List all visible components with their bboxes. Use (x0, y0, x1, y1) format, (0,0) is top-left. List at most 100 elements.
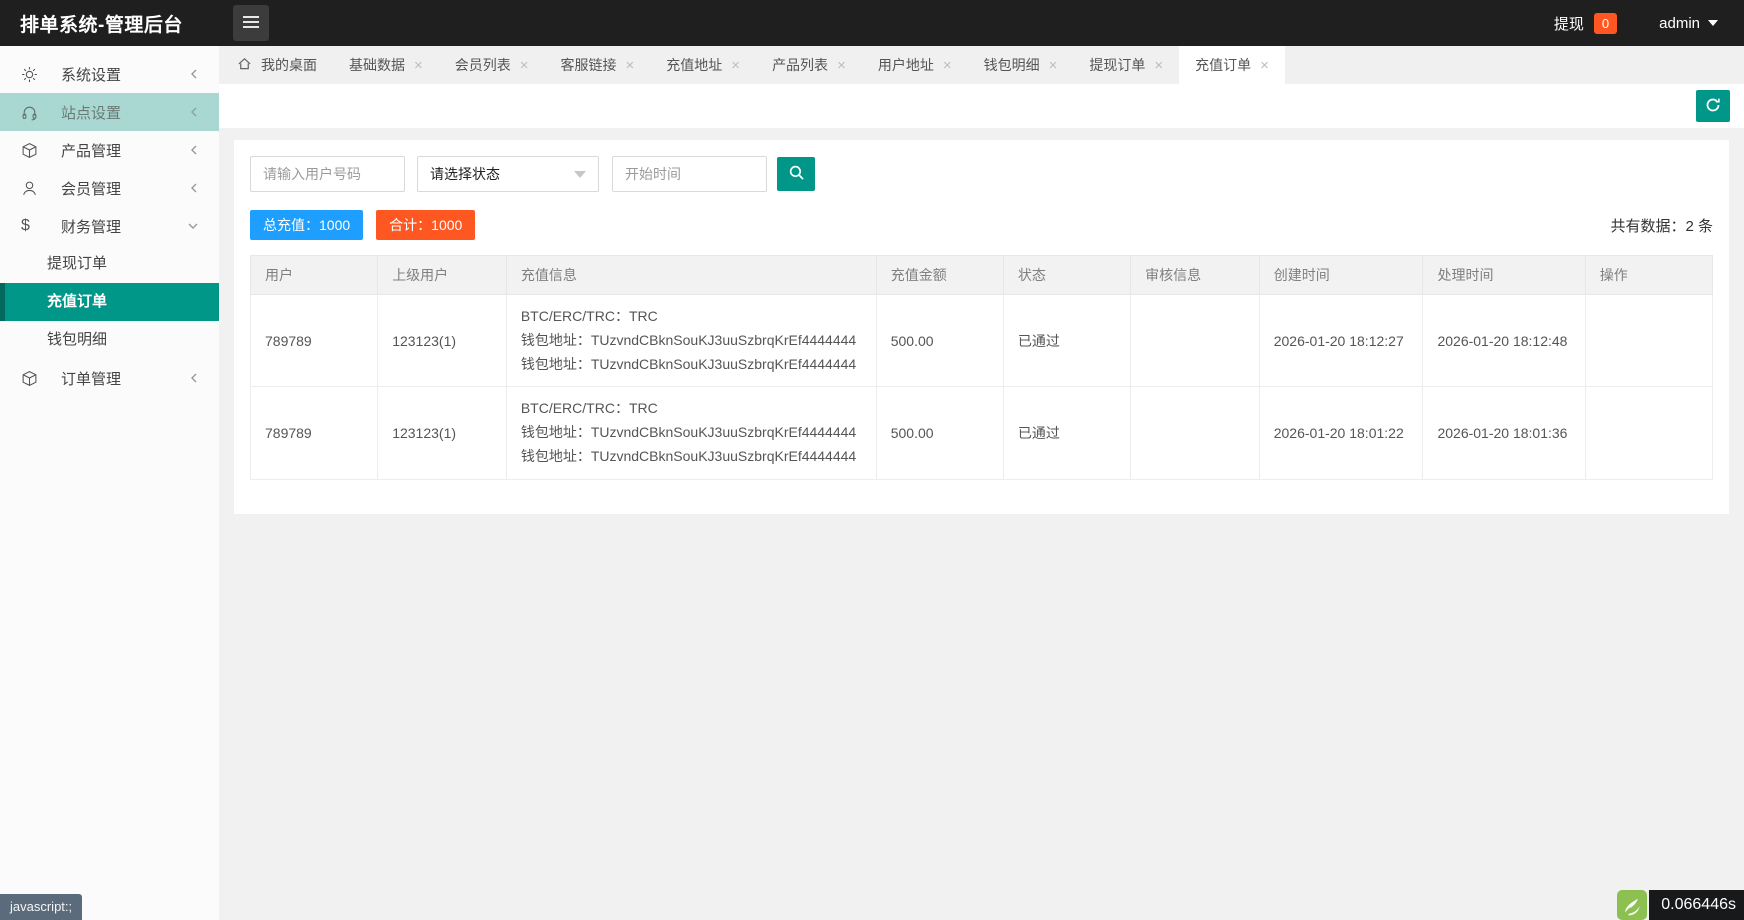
refresh-icon (1704, 96, 1722, 117)
chevron-down-icon (574, 171, 586, 178)
cell-status: 已通过 (1003, 295, 1130, 387)
tab-withdraw-orders[interactable]: 提现订单 × (1073, 46, 1179, 84)
sidebar-item-finance-management[interactable]: $ 财务管理 (0, 207, 219, 245)
cell-processed-at: 2026-01-20 18:12:48 (1423, 295, 1585, 387)
tab-label: 钱包明细 (984, 55, 1040, 75)
col-header-recharge-info: 充值信息 (506, 256, 876, 295)
tab-bar: 我的桌面 基础数据 × 会员列表 × 客服链接 × 充值地址 × 产品列表 × … (219, 46, 1744, 84)
trace-flame-icon[interactable] (1617, 890, 1647, 920)
cell-amount: 500.00 (876, 295, 1003, 387)
status-select[interactable]: 请选择状态 (417, 156, 599, 192)
tab-my-desktop[interactable]: 我的桌面 (221, 46, 333, 84)
sidebar-subitem-withdraw-orders[interactable]: 提现订单 (0, 245, 219, 283)
col-header-processed-at: 处理时间 (1423, 256, 1585, 295)
tab-label: 用户地址 (878, 55, 934, 75)
close-icon[interactable]: × (1154, 58, 1163, 73)
total-recharge-chip: 总充值：1000 (250, 210, 363, 240)
trace-bar: 0.066446s (1617, 890, 1744, 920)
col-header-parent-user: 上级用户 (378, 256, 507, 295)
sidebar-item-product-management[interactable]: 产品管理 (0, 131, 219, 169)
close-icon[interactable]: × (943, 58, 952, 73)
sum-total-chip: 合计：1000 (376, 210, 475, 240)
sidebar-item-site-settings[interactable]: 站点设置 (0, 93, 219, 131)
close-icon[interactable]: × (520, 58, 529, 73)
main-area: 我的桌面 基础数据 × 会员列表 × 客服链接 × 充值地址 × 产品列表 × … (219, 46, 1744, 920)
tab-wallet-details[interactable]: 钱包明细 × (968, 46, 1074, 84)
cube-icon (21, 142, 45, 159)
tab-recharge-address[interactable]: 充值地址 × (650, 46, 756, 84)
close-icon[interactable]: × (1260, 58, 1269, 73)
user-menu[interactable]: admin (1659, 15, 1718, 32)
sidebar-item-label: 产品管理 (61, 140, 121, 161)
recharge-info-line: BTC/ERC/TRC：TRC (521, 397, 862, 421)
recharge-info-line: 钱包地址：TUzvndCBknSouKJ3uuSzbrqKrEf4444444 (521, 421, 862, 445)
tab-label: 客服链接 (561, 55, 617, 75)
sidebar-toggle-button[interactable] (233, 5, 269, 41)
content-card: 请选择状态 总充值：1000 合计：1000 共有数据：2 条 用户 (234, 140, 1729, 514)
col-header-status: 状态 (1003, 256, 1130, 295)
tab-label: 充值订单 (1195, 55, 1251, 75)
tab-label: 提现订单 (1089, 55, 1145, 75)
tab-label: 我的桌面 (261, 55, 317, 75)
recharge-orders-table: 用户 上级用户 充值信息 充值金额 状态 审核信息 创建时间 处理时间 操作 7… (250, 255, 1713, 480)
table-row: 789789 123123(1) BTC/ERC/TRC：TRC 钱包地址：TU… (251, 295, 1713, 387)
sidebar-item-label: 站点设置 (61, 102, 121, 123)
start-time-input[interactable] (612, 156, 767, 192)
col-header-user: 用户 (251, 256, 378, 295)
cell-parent-user: 123123(1) (378, 295, 507, 387)
tab-label: 充值地址 (666, 55, 722, 75)
search-icon (788, 164, 805, 184)
chevron-left-icon (189, 68, 199, 80)
user-number-input[interactable] (250, 156, 405, 192)
withdraw-count-badge: 0 (1594, 13, 1617, 34)
close-icon[interactable]: × (731, 58, 740, 73)
tab-basic-data[interactable]: 基础数据 × (333, 46, 439, 84)
status-select-value: 请选择状态 (430, 164, 500, 184)
tab-member-list[interactable]: 会员列表 × (439, 46, 545, 84)
username: admin (1659, 15, 1700, 32)
col-header-amount: 充值金额 (876, 256, 1003, 295)
sidebar-item-label: 财务管理 (61, 216, 121, 237)
cell-actions (1585, 295, 1712, 387)
close-icon[interactable]: × (1049, 58, 1058, 73)
chevron-left-icon (189, 106, 199, 118)
app-title: 排单系统-管理后台 (0, 10, 219, 37)
topbar: 排单系统-管理后台 提现 0 admin (0, 0, 1744, 46)
sidebar-item-order-management[interactable]: 订单管理 (0, 359, 219, 397)
close-icon[interactable]: × (414, 58, 423, 73)
cell-recharge-info: BTC/ERC/TRC：TRC 钱包地址：TUzvndCBknSouKJ3uuS… (506, 295, 876, 387)
close-icon[interactable]: × (626, 58, 635, 73)
sidebar-item-label: 会员管理 (61, 178, 121, 199)
cell-status: 已通过 (1003, 387, 1130, 479)
tab-user-address[interactable]: 用户地址 × (862, 46, 968, 84)
table-header-row: 用户 上级用户 充值信息 充值金额 状态 审核信息 创建时间 处理时间 操作 (251, 256, 1713, 295)
caret-down-icon (1708, 20, 1718, 26)
cell-parent-user: 123123(1) (378, 387, 507, 479)
close-icon[interactable]: × (837, 58, 846, 73)
sidebar-item-member-management[interactable]: 会员管理 (0, 169, 219, 207)
cell-actions (1585, 387, 1712, 479)
tab-service-links[interactable]: 客服链接 × (545, 46, 651, 84)
tab-label: 会员列表 (455, 55, 511, 75)
chevron-down-icon (187, 221, 199, 231)
recharge-info-line: 钱包地址：TUzvndCBknSouKJ3uuSzbrqKrEf4444444 (521, 353, 862, 377)
cell-processed-at: 2026-01-20 18:01:36 (1423, 387, 1585, 479)
topbar-right: 提现 0 admin (1554, 13, 1744, 34)
dollar-icon: $ (21, 217, 45, 235)
cell-audit-info (1131, 295, 1260, 387)
sidebar-subitem-wallet-details[interactable]: 钱包明细 (0, 321, 219, 359)
tab-recharge-orders[interactable]: 充值订单 × (1179, 46, 1285, 84)
chevron-left-icon (189, 144, 199, 156)
gear-icon (21, 66, 45, 83)
sidebar-subitem-recharge-orders[interactable]: 充值订单 (0, 283, 219, 321)
col-header-created-at: 创建时间 (1259, 256, 1423, 295)
hamburger-icon (242, 15, 260, 32)
refresh-button[interactable] (1696, 90, 1730, 122)
sidebar-item-system-settings[interactable]: 系统设置 (0, 55, 219, 93)
cell-user: 789789 (251, 295, 378, 387)
home-icon (237, 56, 252, 74)
search-button[interactable] (777, 157, 815, 191)
withdraw-shortcut[interactable]: 提现 0 (1554, 13, 1617, 34)
tab-product-list[interactable]: 产品列表 × (756, 46, 862, 84)
sidebar-item-label: 订单管理 (61, 368, 121, 389)
